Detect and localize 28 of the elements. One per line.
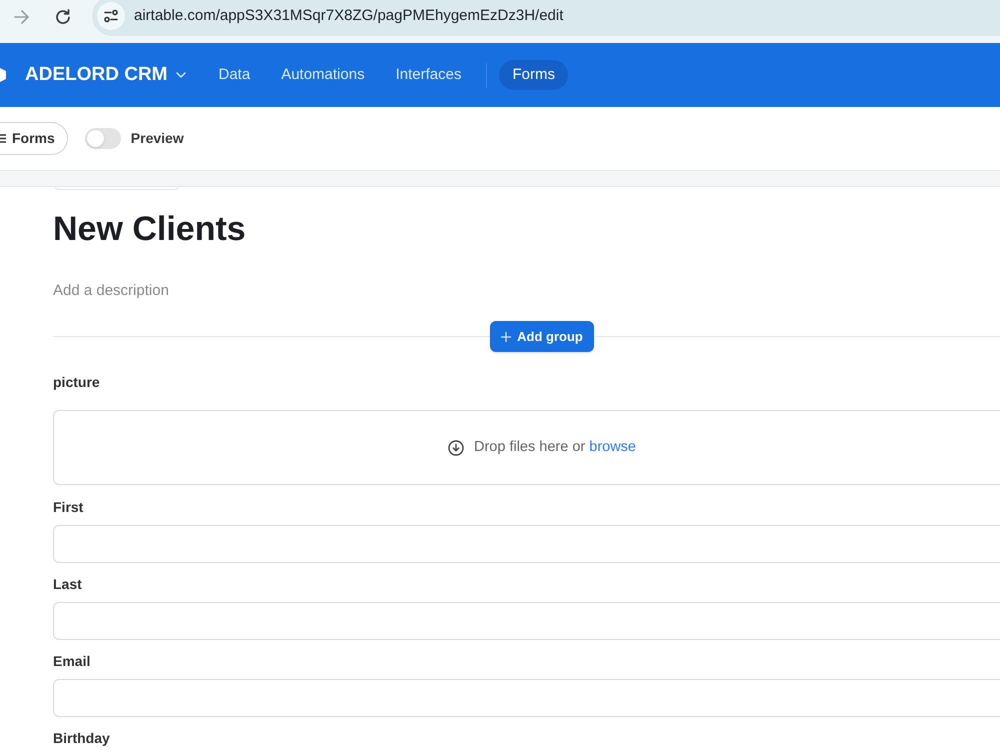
- field-label: Email: [53, 653, 92, 670]
- text-input-field[interactable]: [53, 525, 1000, 563]
- nav-tab[interactable]: Interfaces: [382, 60, 474, 90]
- file-drop-zone[interactable]: Drop files here or browse: [53, 410, 1000, 485]
- nav-tab[interactable]: Forms: [499, 60, 568, 90]
- nav-tab[interactable]: Automations: [268, 60, 378, 90]
- forms-button[interactable]: Forms: [0, 122, 68, 155]
- site-settings-icon[interactable]: [97, 2, 125, 30]
- add-group-button[interactable]: Add group: [490, 321, 594, 352]
- chevron-down-icon[interactable]: [176, 72, 186, 78]
- forward-arrow-icon[interactable]: [14, 10, 29, 24]
- plus-icon: [501, 332, 512, 342]
- nav-tab[interactable]: Data: [206, 60, 264, 90]
- field-label: picture: [53, 374, 101, 391]
- base-name[interactable]: ADELORD CRM: [25, 60, 168, 90]
- drop-files-text: Drop files here or browse: [474, 438, 636, 457]
- description-field[interactable]: Add a description: [53, 278, 453, 302]
- download-circle-icon: [448, 440, 464, 456]
- text-input-field[interactable]: [53, 679, 1000, 717]
- preview-label: Preview: [130, 129, 184, 148]
- reload-icon[interactable]: [55, 9, 71, 25]
- preview-toggle[interactable]: [84, 128, 121, 149]
- field-label: First: [53, 499, 84, 516]
- text-input-field[interactable]: [53, 602, 1000, 640]
- field-label: Last: [53, 576, 83, 593]
- field-label: Birthday: [53, 730, 111, 747]
- form-title: New Clients: [53, 209, 247, 249]
- browse-link[interactable]: browse: [589, 438, 636, 455]
